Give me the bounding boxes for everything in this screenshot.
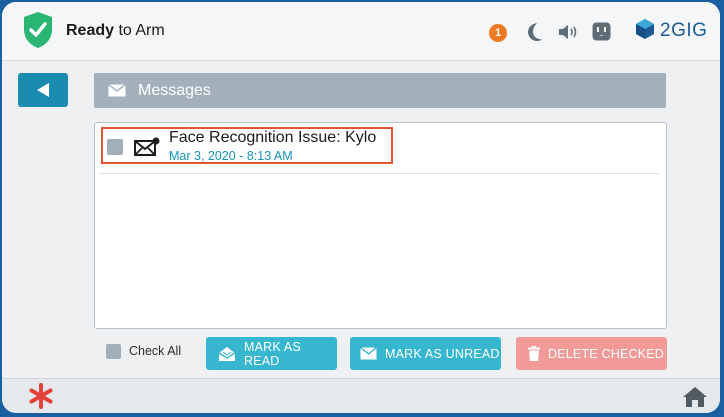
- envelope-notification-icon: [134, 137, 160, 162]
- system-status-text[interactable]: Ready to Arm: [66, 22, 165, 40]
- message-list[interactable]: Face Recognition Issue: Kylo Mar 3, 2020…: [94, 122, 667, 329]
- message-row[interactable]: Face Recognition Issue: Kylo Mar 3, 2020…: [95, 123, 666, 173]
- delete-checked-label: DELETE CHECKED: [548, 346, 665, 361]
- trash-icon: [528, 346, 540, 361]
- triangle-left-icon: [36, 82, 50, 98]
- page-title-bar: Messages: [94, 73, 666, 108]
- row-divider: [99, 173, 660, 174]
- mark-as-unread-button[interactable]: MARK AS UNREAD: [350, 337, 501, 370]
- message-date: Mar 3, 2020 - 8:13 AM: [169, 149, 293, 163]
- volume-icon[interactable]: [557, 23, 579, 46]
- home-icon[interactable]: [682, 386, 708, 413]
- header-bar: Ready to Arm 1 2GIG: [2, 2, 720, 61]
- mark-as-read-label: MARK AS READ: [244, 339, 301, 368]
- check-all-label[interactable]: Check All: [129, 344, 181, 358]
- outlet-icon[interactable]: [592, 22, 611, 46]
- envelope-open-icon: [218, 346, 236, 362]
- envelope-icon: [108, 84, 126, 97]
- bottom-bar: [2, 378, 720, 413]
- back-button[interactable]: [18, 73, 68, 107]
- delete-checked-button[interactable]: DELETE CHECKED: [516, 337, 667, 370]
- check-all-checkbox[interactable]: [106, 344, 121, 359]
- message-title: Face Recognition Issue: Kylo: [169, 129, 377, 146]
- emergency-asterisk-icon[interactable]: [28, 383, 54, 413]
- shield-check-icon[interactable]: [22, 11, 54, 49]
- notification-badge[interactable]: 1: [489, 24, 507, 42]
- brand-logo: 2GIG: [634, 18, 708, 45]
- mark-as-unread-label: MARK AS UNREAD: [385, 346, 500, 361]
- status-bold: Ready: [66, 22, 115, 39]
- panel-screen: Ready to Arm 1 2GIG Messages Face Recogn…: [2, 2, 720, 413]
- brand-cube-icon: [634, 18, 656, 45]
- moon-icon[interactable]: [525, 22, 543, 47]
- message-checkbox[interactable]: [107, 139, 123, 155]
- status-rest: to Arm: [114, 22, 165, 39]
- envelope-closed-icon: [360, 347, 377, 360]
- mark-as-read-button[interactable]: MARK AS READ: [206, 337, 337, 370]
- brand-name: 2GIG: [660, 20, 708, 41]
- page-title: Messages: [138, 81, 211, 99]
